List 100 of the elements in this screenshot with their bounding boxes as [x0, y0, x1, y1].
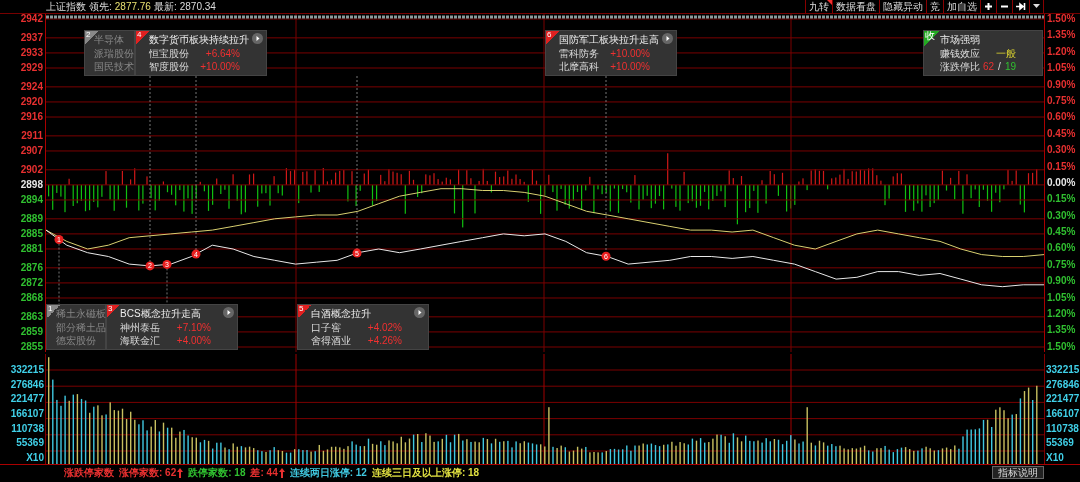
- play-icon[interactable]: [662, 33, 673, 44]
- stock-name: 德宏股份: [56, 334, 96, 347]
- price-label: 2916: [19, 112, 43, 122]
- toolbar-button[interactable]: 九转: [806, 0, 833, 13]
- toolbar-button[interactable]: 加自选: [944, 0, 981, 13]
- plus-icon: [984, 2, 993, 11]
- legend-text: 连续两日涨停: 12: [289, 465, 367, 480]
- event-popup[interactable]: 收 市场强弱 赚钱效应 一般 涨跌停比 62 / 19: [923, 30, 1043, 76]
- stat-label: 赚钱效应: [940, 46, 980, 60]
- stock-name: 国民技术: [94, 60, 134, 73]
- play-icon[interactable]: [252, 33, 263, 44]
- event-popup[interactable]: 3 BCS概念拉升走高 神州泰岳 +7.10% 海联金汇 +4.00%: [106, 304, 238, 350]
- play-icon[interactable]: [414, 307, 425, 318]
- popup-title: 白酒概念拉升: [311, 307, 371, 320]
- event-popup[interactable]: 2 半导体 派瑞股份 国民技术: [84, 30, 135, 76]
- up-count: 62: [982, 60, 995, 73]
- caret-icon: [1033, 4, 1040, 9]
- toolbar-button[interactable]: 数据看盘: [833, 0, 880, 13]
- price-label: 2942: [19, 14, 43, 24]
- badge-corner: 6: [546, 31, 559, 44]
- stock-name: 恒宝股份: [149, 46, 189, 60]
- price-label: 2872: [19, 277, 43, 288]
- latest-value: 2870.34: [179, 0, 216, 13]
- badge-corner: 5: [298, 305, 311, 318]
- jump-end-button[interactable]: [1013, 0, 1030, 13]
- legend-text: 差: 44: [250, 465, 278, 480]
- event-popup[interactable]: 6 国防军工板块拉升走高 雷科防务 +10.00% 北摩高科 +10.00%: [545, 30, 677, 76]
- percent-label: 0.15%: [1047, 194, 1077, 205]
- volume-label: X10: [1046, 451, 1065, 464]
- volume-label: 332215: [9, 364, 44, 376]
- price-label: 2863: [19, 311, 43, 322]
- price-label: 2859: [19, 326, 43, 337]
- volume-label: 276846: [9, 378, 44, 391]
- price-label: 2894: [19, 194, 43, 205]
- play-icon[interactable]: [223, 307, 234, 318]
- percent-label: 0.75%: [1047, 95, 1077, 106]
- percent-label: 1.35%: [1047, 325, 1077, 336]
- percent-label: 1.50%: [1047, 14, 1077, 24]
- help-button[interactable]: 指标说明: [992, 466, 1044, 479]
- price-label: 2937: [19, 32, 43, 43]
- price-label: 2885: [19, 228, 43, 239]
- down-count: 19: [1004, 60, 1016, 73]
- stock-change: +10.00%: [610, 46, 650, 60]
- latest-label: 最新:: [153, 0, 177, 13]
- badge-corner: 2: [85, 31, 98, 44]
- price-label: 2920: [19, 96, 43, 107]
- percent-label: 1.50%: [1047, 341, 1077, 352]
- price-label: 2881: [19, 243, 43, 254]
- stock-name: 北摩高科: [559, 60, 599, 73]
- stock-name: 口子窖: [311, 320, 341, 334]
- volume-label: 55369: [1046, 437, 1075, 450]
- volume-label: 110738: [10, 422, 44, 435]
- volume-label: 221477: [9, 393, 44, 406]
- percent-label: 1.05%: [1047, 63, 1077, 74]
- ratio-separator: /: [997, 60, 1002, 73]
- stock-change: +10.00%: [200, 60, 240, 73]
- price-label: 2911: [20, 130, 43, 141]
- percent-label: 0.45%: [1047, 128, 1077, 139]
- badge-corner: 4: [136, 31, 149, 44]
- stock-name: 部分稀土品: [56, 320, 106, 334]
- percent-label: 0.90%: [1047, 79, 1077, 90]
- popup-title: BCS概念拉升走高: [120, 307, 201, 320]
- stock-name: 智度股份: [149, 60, 189, 73]
- stock-change: +4.26%: [367, 334, 402, 347]
- volume-label: 276846: [1046, 378, 1080, 391]
- stat-label: 涨跌停比: [940, 60, 980, 73]
- index-name: 上证指数: [46, 0, 86, 13]
- volume-label: 332215: [1046, 364, 1080, 376]
- arrow-to-bar-icon: [1016, 2, 1026, 11]
- stat-value: 一般: [996, 46, 1016, 60]
- badge-corner: 收: [924, 31, 940, 47]
- event-popup[interactable]: 4 数字货币板块持续拉升 恒宝股份 +6.64% 智度股份 +10.00%: [135, 30, 267, 76]
- stock-name: 派瑞股份: [94, 46, 134, 60]
- price-label: 2924: [19, 81, 43, 92]
- price-label: 2898: [19, 179, 43, 190]
- price-label: 2902: [19, 164, 43, 175]
- event-popup[interactable]: 5 白酒概念拉升 口子窖 +4.02% 舍得酒业 +4.26%: [297, 304, 429, 350]
- percent-label: 0.75%: [1047, 259, 1077, 270]
- dropdown-button[interactable]: [1030, 0, 1044, 13]
- legend-text: 跌停家数: 18: [188, 465, 246, 480]
- volume-label: X10: [25, 451, 44, 464]
- percent-label: 1.35%: [1047, 30, 1077, 41]
- volume-label: 221477: [1046, 393, 1080, 406]
- percent-label: 1.20%: [1047, 46, 1077, 57]
- stock-change: +6.64%: [205, 46, 240, 60]
- price-label: 2889: [19, 213, 43, 224]
- toolbar-button[interactable]: 竞: [927, 0, 944, 13]
- stock-change: +4.02%: [367, 320, 402, 334]
- lead-value: 2877.76: [114, 0, 151, 13]
- legend-text: 连续三日及以上涨停: 18: [371, 465, 480, 480]
- percent-label: 0.15%: [1047, 161, 1077, 172]
- volume-label: 110738: [1046, 422, 1080, 435]
- stock-name: 神州泰岳: [120, 320, 160, 334]
- popup-title: 数字货币板块持续拉升: [149, 33, 249, 46]
- toolbar-button[interactable]: 隐藏异动: [880, 0, 927, 13]
- legend-text: 涨停家数: 62: [119, 465, 177, 480]
- stock-name: 舍得酒业: [311, 334, 351, 347]
- price-label: 2933: [19, 47, 43, 58]
- stock-name: 海联金汇: [120, 334, 160, 347]
- percent-label: 0.90%: [1047, 276, 1077, 287]
